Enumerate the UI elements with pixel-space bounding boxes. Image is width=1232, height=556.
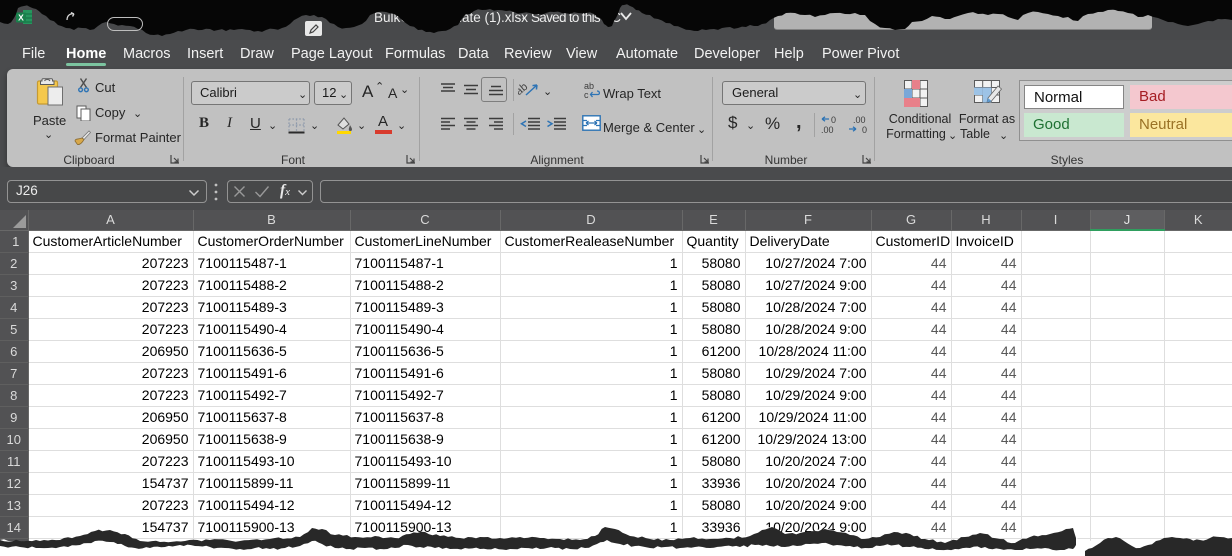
svg-text:0: 0 xyxy=(831,115,836,125)
svg-text:ab: ab xyxy=(518,81,530,98)
svg-text:c: c xyxy=(584,90,589,99)
svg-text:.00: .00 xyxy=(821,125,834,134)
